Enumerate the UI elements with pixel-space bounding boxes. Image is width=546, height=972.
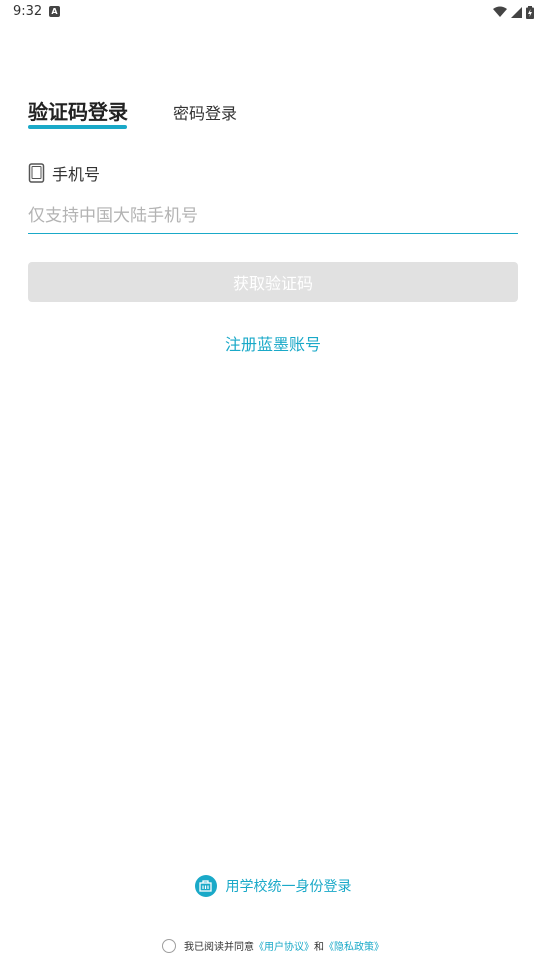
agreement-row: 我已阅读并同意《用户协议》和《隐私政策》 (0, 938, 546, 953)
status-icons (493, 4, 534, 20)
phone-icon (28, 163, 45, 183)
notification-icon: A (49, 6, 60, 17)
status-bar: 9:32 A (0, 0, 546, 24)
get-code-button[interactable]: 获取验证码 (28, 262, 518, 302)
wifi-icon (493, 6, 507, 17)
agreement-prefix: 我已阅读并同意 (184, 942, 254, 953)
agreement-conjunction: 和 (314, 942, 324, 953)
tab-password-login[interactable]: 密码登录 (173, 100, 237, 124)
school-login-button[interactable]: 用学校统一身份登录 (0, 875, 546, 897)
login-tabs: 验证码登录 密码登录 (28, 96, 518, 136)
cellular-signal-icon (511, 6, 522, 18)
phone-label: 手机号 (52, 165, 101, 184)
phone-label-row: 手机号 (28, 161, 100, 185)
school-login-label: 用学校统一身份登录 (225, 879, 352, 895)
battery-icon (526, 5, 534, 19)
tab-sms-login[interactable]: 验证码登录 (28, 96, 128, 125)
privacy-policy-link[interactable]: 《隐私政策》 (324, 942, 384, 953)
user-agreement-link[interactable]: 《用户协议》 (254, 942, 314, 953)
school-building-icon (194, 875, 217, 897)
status-time: 9:32 (13, 4, 43, 19)
register-link[interactable]: 注册蓝墨账号 (0, 331, 546, 355)
phone-input[interactable] (28, 198, 518, 234)
active-tab-indicator (28, 125, 127, 129)
agreement-checkbox[interactable] (162, 938, 176, 953)
